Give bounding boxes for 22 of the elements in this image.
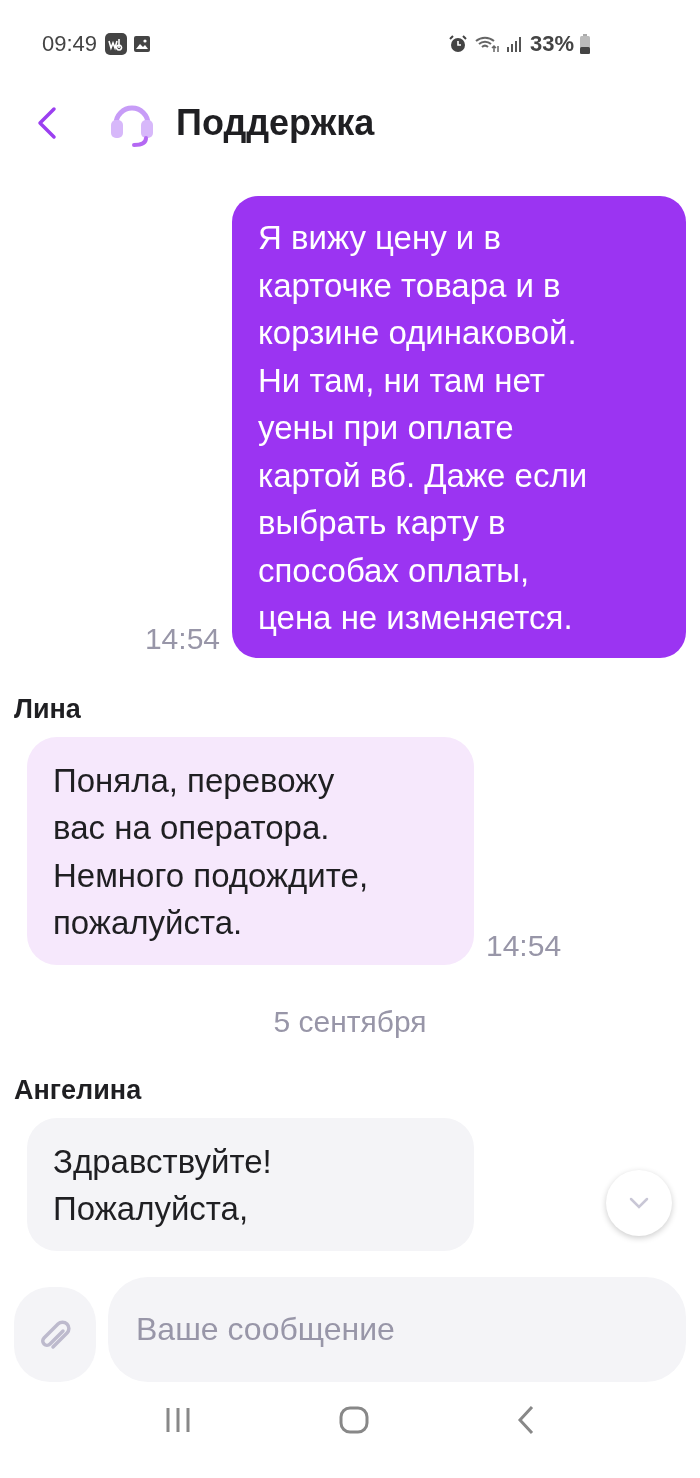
image-icon [133,35,152,53]
chat-title: Поддержка [176,102,375,144]
message-time: 14:54 [144,621,220,656]
sender-name: Лина [14,693,82,725]
signal-icon [505,35,524,53]
battery-icon [580,34,590,54]
message-bubble: Я вижу цену и в карточке товара и в корзине одинаковой. Ни там, ни там нет уены при оплате картой вб. Даже если выбрать карту в способах оплаты, цена не изменяется. [232,196,686,658]
battery-percent: 33% [529,31,574,57]
message-time: 14:54 [486,928,562,963]
status-time: 09:49 [42,31,98,57]
app-notification-icon [105,33,128,55]
date-separator: 5 сентября [273,1004,427,1039]
message-bubble: Поняла, перевожу вас на оператора. Немного подождите, пожалуйста. [27,736,474,965]
message-bubble: Здравствуйте! Пожалуйста, [27,1117,474,1251]
attach-button[interactable] [14,1287,96,1382]
message-input[interactable]: Ваше сообщение [108,1277,686,1382]
back-button[interactable] [36,106,58,140]
home-icon[interactable] [339,1406,369,1434]
alarm-icon [447,34,468,54]
wifi-icon [473,34,500,54]
chevron-down-icon [628,1196,650,1210]
sender-name: Ангелина [14,1074,143,1106]
